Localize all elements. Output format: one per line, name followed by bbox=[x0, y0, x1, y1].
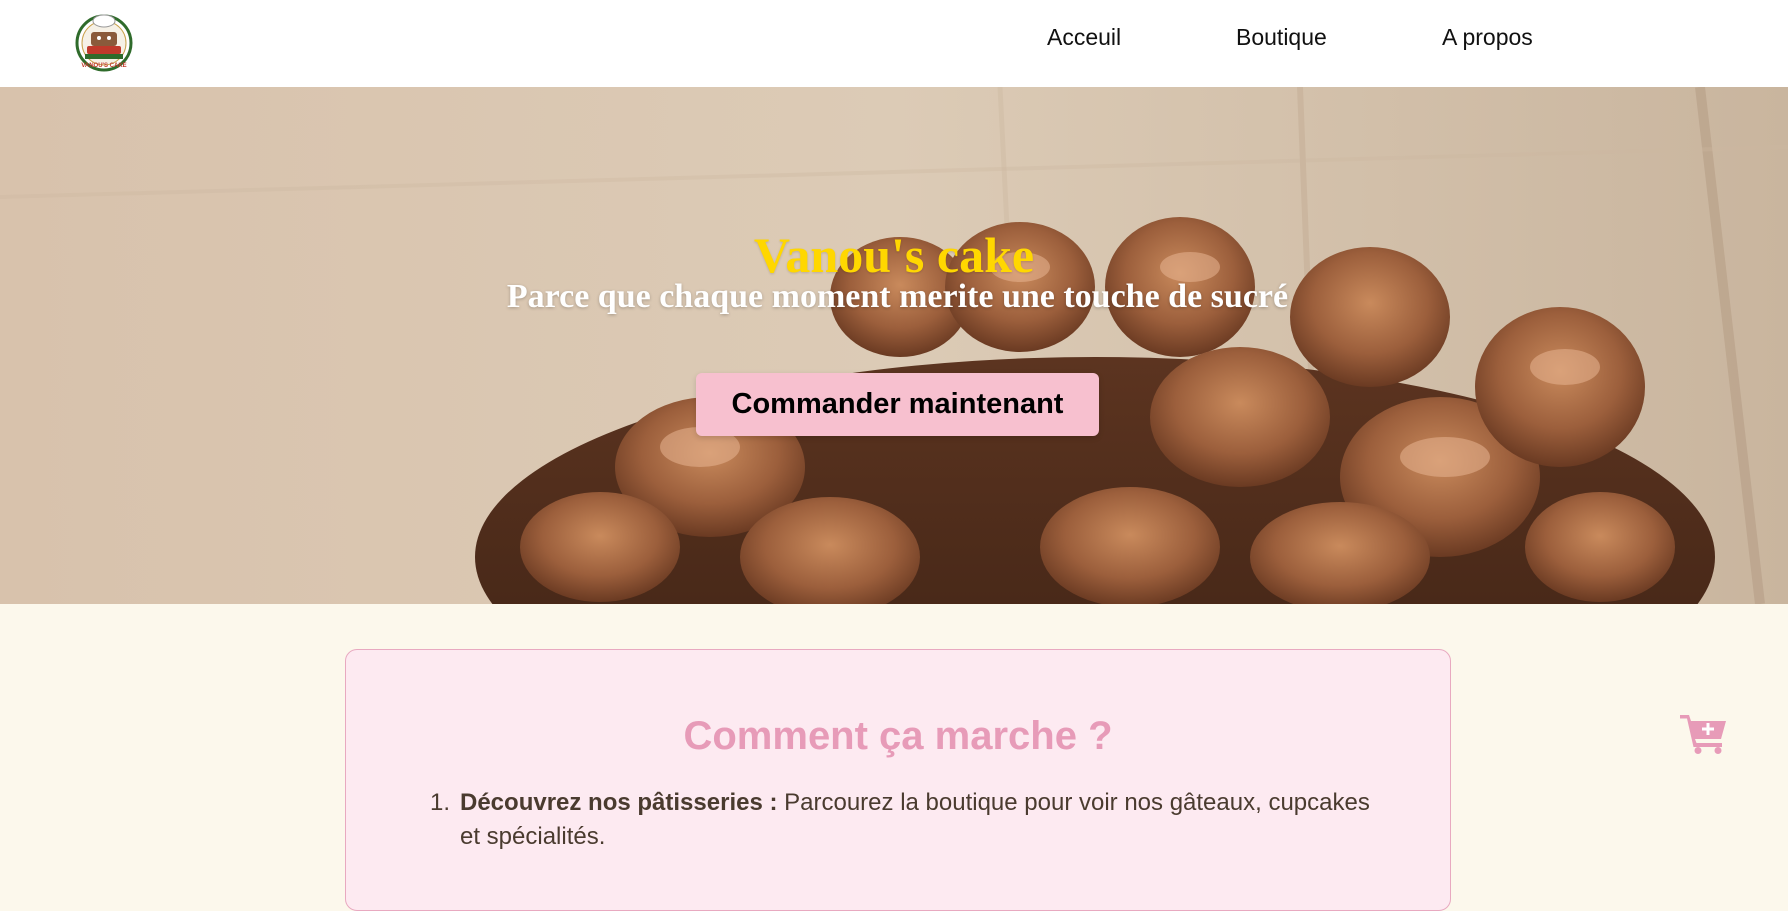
how-it-works-title: Comment ça marche ? bbox=[683, 714, 1113, 758]
nav-link-a-propos[interactable]: A propos bbox=[1442, 24, 1533, 51]
nav-link-acceuil[interactable]: Acceuil bbox=[1047, 24, 1121, 51]
step-number: 1. bbox=[430, 789, 451, 816]
hero-subtitle: Parce que chaque moment merite une touch… bbox=[506, 278, 1289, 315]
cart-plus-icon[interactable] bbox=[1680, 712, 1728, 754]
logo-text: VANOU'S CAKE bbox=[81, 63, 126, 69]
nav-link-boutique[interactable]: Boutique bbox=[1236, 24, 1327, 51]
navbar: VANOU'S CAKE Acceuil Boutique A propos bbox=[0, 0, 1788, 87]
order-now-button[interactable]: Commander maintenant bbox=[696, 373, 1099, 436]
step-item: 1. Découvrez nos pâtisseries : Parcourez … bbox=[430, 786, 1390, 854]
hero-background-image bbox=[0, 87, 1788, 604]
step-heading: Découvrez nos pâtisseries : bbox=[460, 789, 778, 816]
how-it-works-card: Comment ça marche ? 1. Découvrez nos pâti… bbox=[345, 649, 1451, 911]
hero-banner: Vanou's cake Parce que chaque moment mer… bbox=[0, 87, 1788, 604]
brand-logo[interactable]: VANOU'S CAKE bbox=[71, 12, 137, 72]
steps-list: 1. Découvrez nos pâtisseries : Parcourez … bbox=[430, 786, 1390, 854]
hero-title: Vanou's cake bbox=[753, 227, 1035, 283]
